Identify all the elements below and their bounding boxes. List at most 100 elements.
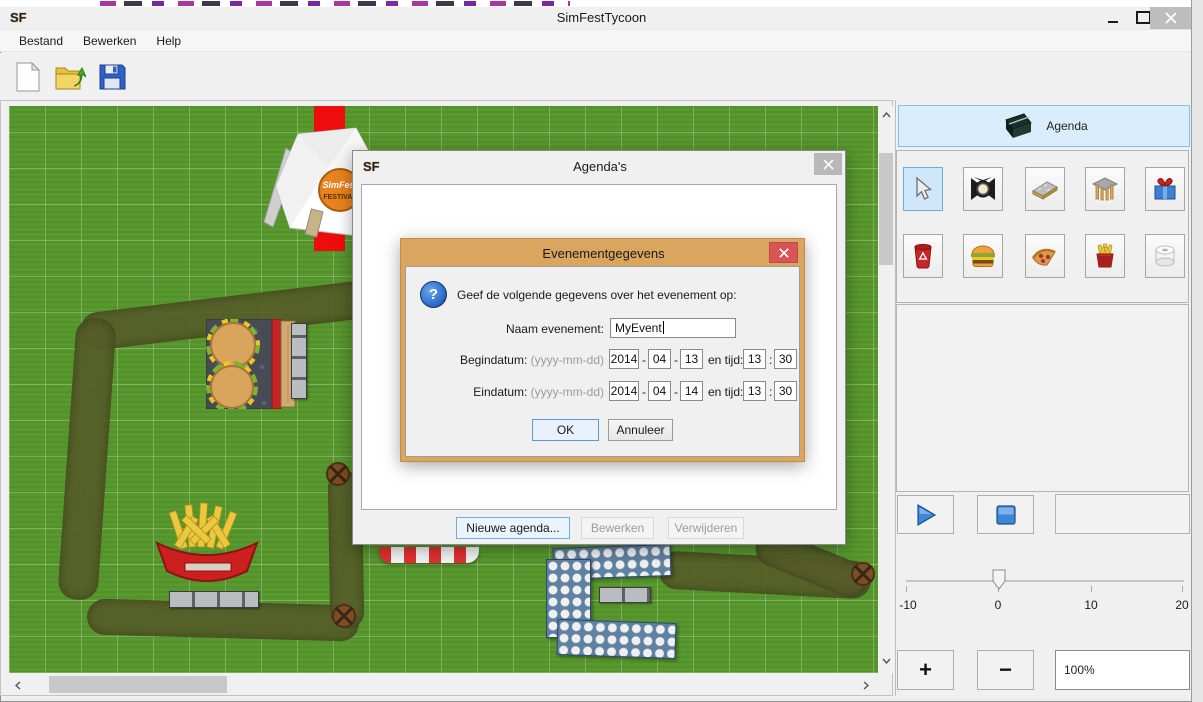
begin-hour-input[interactable]: 13	[743, 349, 766, 369]
chevron-left-icon	[15, 681, 21, 690]
time-separator: :	[769, 385, 772, 399]
tool-stage-button[interactable]	[1085, 167, 1125, 211]
close-icon	[1165, 12, 1177, 24]
tool-path-button[interactable]	[1025, 167, 1065, 211]
map-bench-horizontal[interactable]	[169, 591, 259, 608]
map-fries-stand[interactable]	[151, 501, 263, 592]
slider-label: -10	[899, 598, 916, 612]
begin-year-input[interactable]: 2014	[609, 349, 639, 369]
map-bench-vertical[interactable]	[291, 323, 307, 399]
scroll-right-button[interactable]	[859, 675, 873, 695]
new-agenda-button[interactable]: Nieuwe agenda...	[456, 517, 570, 539]
event-dialog-body: ? Geef de volgende gegevens over het eve…	[405, 266, 800, 457]
window-right-edge	[1191, 0, 1203, 702]
play-button[interactable]	[897, 495, 954, 534]
open-folder-icon	[54, 62, 86, 92]
scroll-up-button[interactable]	[878, 108, 894, 122]
map-striped-tent[interactable]	[379, 547, 479, 563]
menu-bewerken[interactable]: Bewerken	[74, 31, 145, 51]
end-month-input[interactable]: 04	[648, 381, 671, 401]
tool-spotlight-button[interactable]	[963, 167, 1003, 211]
plus-icon: +	[919, 660, 932, 680]
save-button[interactable]	[96, 61, 128, 93]
tool-pizza-button[interactable]	[1025, 234, 1065, 278]
begin-time-label: en tijd:	[708, 353, 743, 367]
map-path-left-vertical	[57, 317, 117, 601]
date-separator: -	[674, 385, 678, 399]
close-icon	[823, 159, 834, 170]
play-icon	[914, 503, 938, 527]
save-floppy-icon	[98, 63, 126, 91]
tool-fries-button[interactable]	[1085, 234, 1125, 278]
zoom-out-button[interactable]: −	[977, 650, 1034, 690]
trash-bin-icon	[911, 243, 935, 269]
begin-minute-input[interactable]: 30	[774, 349, 797, 369]
info-panel-empty	[896, 304, 1189, 492]
horizontal-scroll-thumb[interactable]	[49, 676, 227, 693]
pizza-icon	[1031, 244, 1059, 268]
date-separator: -	[674, 353, 678, 367]
end-hour-input[interactable]: 13	[743, 381, 766, 401]
menu-help[interactable]: Help	[147, 31, 190, 51]
end-year-input[interactable]: 2014	[609, 381, 639, 401]
minimize-button[interactable]	[1098, 7, 1128, 28]
tool-cursor-button[interactable]	[903, 167, 943, 211]
tool-toilet-paper-button[interactable]	[1145, 234, 1185, 278]
event-details-dialog: Evenementgegevens ? Geef de volgende geg…	[400, 238, 805, 462]
slider-label: 10	[1084, 598, 1097, 612]
event-prompt: Geef de volgende gegevens over het evene…	[457, 288, 737, 302]
event-name-input[interactable]: MyEvent	[610, 318, 736, 338]
toolbar	[0, 53, 1203, 100]
background-window-sliver	[0, 0, 1203, 7]
end-day-input[interactable]: 14	[680, 381, 703, 401]
scroll-down-button[interactable]	[878, 654, 894, 668]
map-windmill-top	[325, 461, 351, 487]
scroll-left-button[interactable]	[11, 675, 25, 695]
map-bench-small[interactable]	[599, 587, 651, 603]
menu-bestand[interactable]: Bestand	[10, 31, 72, 51]
vertical-scroll-thumb[interactable]	[879, 153, 893, 265]
begin-date-label: Begindatum: (yyyy-mm-dd)	[406, 353, 604, 367]
help-icon: ?	[420, 281, 447, 308]
event-close-button[interactable]	[769, 242, 798, 263]
zoom-in-button[interactable]: +	[897, 650, 954, 690]
slider-label: 0	[995, 598, 1002, 612]
begin-day-input[interactable]: 13	[680, 349, 703, 369]
event-name-label: Naam evenement:	[406, 322, 604, 336]
end-time-label: en tijd:	[708, 385, 743, 399]
title-bar: SF SimFestTycoon	[0, 7, 1203, 29]
stop-button[interactable]	[977, 495, 1034, 534]
map-burger-stand[interactable]	[206, 319, 296, 412]
event-dialog-title: Evenementgegevens	[401, 246, 806, 261]
window-title: SimFestTycoon	[0, 10, 1203, 25]
map-horizontal-scrollbar[interactable]	[9, 675, 878, 695]
tool-gift-button[interactable]	[1145, 167, 1185, 211]
menu-bar: Bestand Bewerken Help	[0, 29, 1202, 52]
close-button[interactable]	[1150, 7, 1191, 29]
slider-label: 20	[1175, 598, 1188, 612]
background-text-blur	[100, 1, 570, 6]
close-icon	[779, 248, 789, 258]
begin-month-input[interactable]: 04	[648, 349, 671, 369]
tool-burger-button[interactable]	[963, 234, 1003, 278]
agenda-button[interactable]: Agenda	[898, 105, 1190, 147]
speed-slider-track[interactable]	[906, 580, 1184, 582]
end-minute-input[interactable]: 30	[774, 381, 797, 401]
new-file-icon	[15, 62, 41, 92]
stop-icon	[995, 504, 1017, 526]
open-file-button[interactable]	[54, 61, 86, 93]
tool-trash-button[interactable]	[903, 234, 943, 278]
speed-slider-thumb[interactable]	[992, 569, 1006, 593]
time-separator: :	[769, 353, 772, 367]
map-vertical-scrollbar[interactable]	[878, 106, 894, 673]
ok-button[interactable]: OK	[532, 419, 599, 441]
fries-icon	[1093, 243, 1117, 269]
new-file-button[interactable]	[12, 61, 44, 93]
delete-agenda-button: Verwijderen	[668, 517, 744, 539]
map-grandstand-bottom[interactable]	[556, 619, 676, 659]
zoom-level-field[interactable]: 100%	[1055, 650, 1190, 690]
cancel-button[interactable]: Annuleer	[608, 419, 673, 441]
date-separator: -	[642, 353, 646, 367]
agendas-close-button[interactable]	[814, 153, 842, 175]
edit-agenda-button: Bewerken	[581, 517, 654, 539]
